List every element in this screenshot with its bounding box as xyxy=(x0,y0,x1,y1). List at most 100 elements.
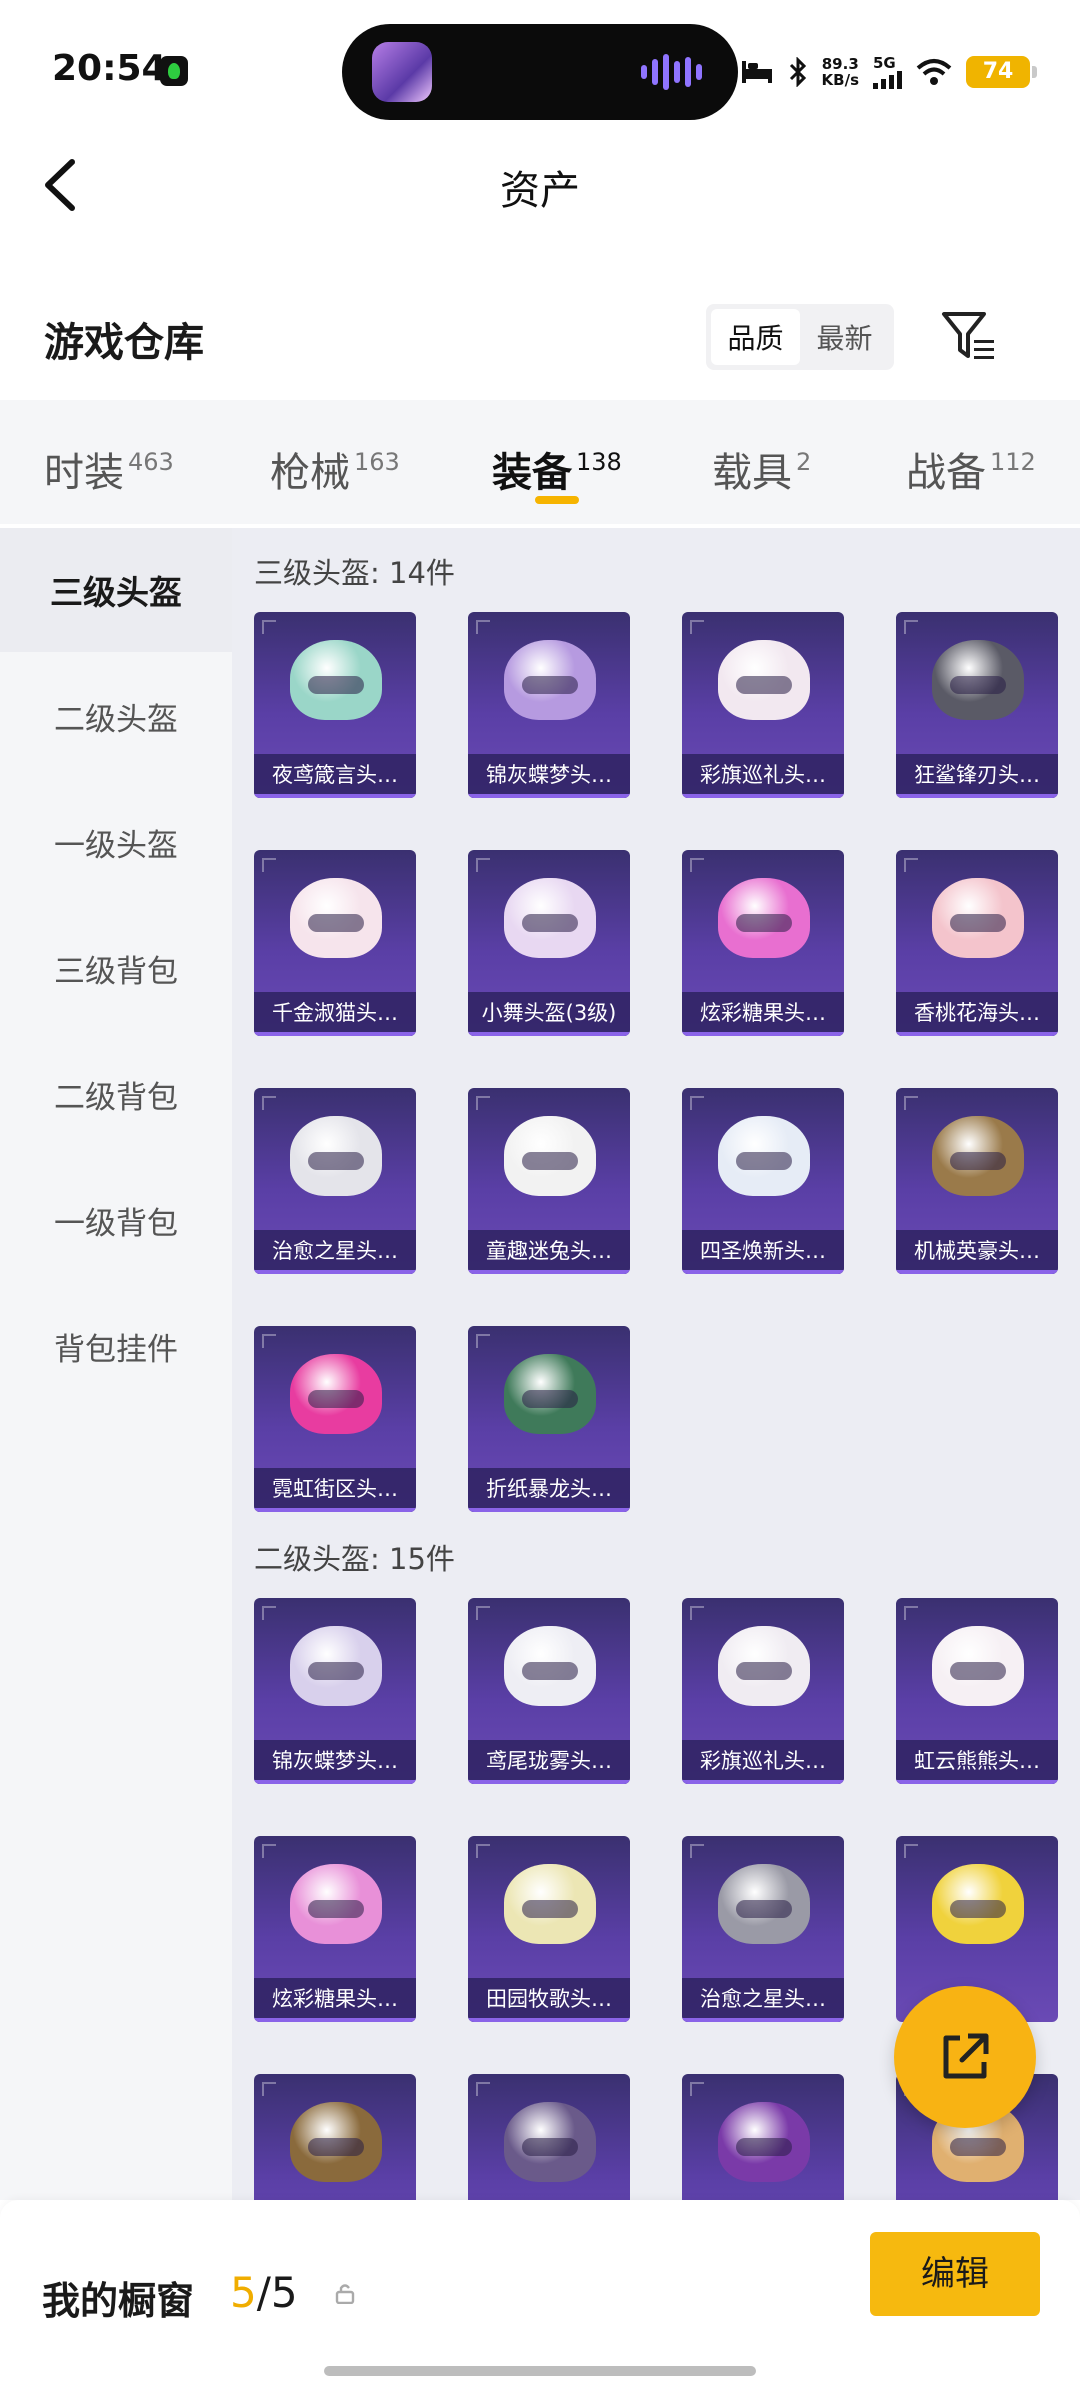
item-card[interactable]: 千金淑猫头… xyxy=(254,850,416,1036)
sidebar-item-backpack-2[interactable]: 二级背包 xyxy=(0,1032,232,1156)
item-card[interactable]: 彩旗巡礼头… xyxy=(682,612,844,798)
item-card[interactable]: 小舞头盔(3级) xyxy=(468,850,630,1036)
dynamic-island[interactable] xyxy=(342,24,738,120)
item-name: 小舞头盔(3级) xyxy=(468,992,630,1036)
item-card[interactable]: 折纸暴龙头… xyxy=(468,1326,630,1512)
sidebar-item-helmet-2[interactable]: 二级头盔 xyxy=(0,654,232,778)
filter-icon xyxy=(942,312,994,359)
status-time: 20:54 xyxy=(52,48,167,89)
tab-vehicles[interactable]: 载具 2 xyxy=(712,440,811,498)
item-name: 锦灰蝶梦头… xyxy=(254,1740,416,1784)
status-icons: 89.3 KB/s 5G 74 xyxy=(740,52,1037,92)
helmet-thumbnail xyxy=(718,1864,810,1944)
item-card[interactable]: 彩旗巡礼头… xyxy=(682,1598,844,1784)
item-card[interactable]: 锦灰蝶梦头… xyxy=(468,612,630,798)
tab-guns[interactable]: 枪械 163 xyxy=(270,440,400,498)
lock-icon xyxy=(335,2284,355,2304)
helmet-thumbnail xyxy=(504,878,596,958)
item-card[interactable] xyxy=(682,2074,844,2200)
item-name: 四圣焕新头… xyxy=(682,1230,844,1274)
status-bar: 20:54 89.3 KB/s 5G 74 xyxy=(0,0,1080,130)
item-name: 治愈之星头… xyxy=(254,1230,416,1274)
item-card[interactable]: 狂鲨锋刃头… xyxy=(896,612,1058,798)
item-card[interactable]: 香桃花海头… xyxy=(896,850,1058,1036)
cell-signal: 5G xyxy=(873,53,902,89)
item-card[interactable] xyxy=(468,2074,630,2200)
item-card[interactable]: 炫彩糖果头… xyxy=(682,850,844,1036)
helmet-thumbnail xyxy=(290,1354,382,1434)
item-name: 夜鸢箴言头… xyxy=(254,754,416,798)
item-card[interactable]: 治愈之星头… xyxy=(682,1836,844,2022)
category-tabs: 时装 463 枪械 163 装备 138 载具 2 战备 112 xyxy=(0,400,1080,524)
item-name: 鸢尾珑雾头… xyxy=(468,1740,630,1784)
group-title-helmet-2: 二级头盔: 15件 xyxy=(254,1542,455,1576)
item-name: 炫彩糖果头… xyxy=(682,992,844,1036)
sort-newest-button[interactable]: 最新 xyxy=(800,309,889,365)
tab-supplies[interactable]: 战备 112 xyxy=(906,440,1036,498)
item-card[interactable]: 霓虹街区头… xyxy=(254,1326,416,1512)
item-card[interactable]: 治愈之星头… xyxy=(254,1088,416,1274)
home-indicator[interactable] xyxy=(324,2366,756,2376)
helmet-thumbnail xyxy=(290,640,382,720)
item-card[interactable]: 鸢尾珑雾头… xyxy=(468,1598,630,1784)
filter-button[interactable] xyxy=(940,308,1000,364)
active-tab-indicator xyxy=(535,496,579,504)
tab-equipment[interactable]: 装备 138 xyxy=(492,440,622,498)
helmet-thumbnail xyxy=(932,1864,1024,1944)
bluetooth-icon xyxy=(789,57,806,87)
helmet-thumbnail xyxy=(290,1626,382,1706)
signal-icon xyxy=(873,70,902,89)
helmet-thumbnail xyxy=(290,2102,382,2182)
sidebar-item-backpack-1[interactable]: 一级背包 xyxy=(0,1158,232,1282)
item-name: 狂鲨锋刃头… xyxy=(896,754,1058,798)
network-speed: 89.3 KB/s xyxy=(821,55,859,89)
item-name: 彩旗巡礼头… xyxy=(682,1740,844,1784)
share-button[interactable] xyxy=(894,1986,1036,2128)
item-card[interactable]: 炫彩糖果头… xyxy=(254,1836,416,2022)
helmet-thumbnail xyxy=(290,1864,382,1944)
helmet-thumbnail xyxy=(504,640,596,720)
sidebar-item-backpack-3[interactable]: 三级背包 xyxy=(0,906,232,1030)
share-icon xyxy=(943,2033,989,2079)
sidebar-item-backpack-charm[interactable]: 背包挂件 xyxy=(0,1284,232,1408)
item-name: 治愈之星头… xyxy=(682,1978,844,2022)
item-name: 千金淑猫头… xyxy=(254,992,416,1036)
network-type: 5G xyxy=(873,53,896,72)
helmet-thumbnail xyxy=(718,1626,810,1706)
item-name: 折纸暴龙头… xyxy=(468,1468,630,1512)
helmet-thumbnail xyxy=(290,1116,382,1196)
item-card[interactable]: 田园牧歌头… xyxy=(468,1836,630,2022)
item-name: 炫彩糖果头… xyxy=(254,1978,416,2022)
item-name: 香桃花海头… xyxy=(896,992,1058,1036)
item-card[interactable]: 童趣迷兔头… xyxy=(468,1088,630,1274)
item-card[interactable] xyxy=(254,2074,416,2200)
sidebar: 三级头盔 二级头盔 一级头盔 三级背包 二级背包 一级背包 背包挂件 xyxy=(0,528,232,2200)
sort-toggle: 品质 最新 xyxy=(706,304,894,370)
item-card[interactable]: 锦灰蝶梦头… xyxy=(254,1598,416,1784)
sidebar-item-helmet-1[interactable]: 一级头盔 xyxy=(0,780,232,904)
helmet-thumbnail xyxy=(504,1116,596,1196)
edit-button[interactable]: 编辑 xyxy=(870,2232,1040,2316)
wifi-icon xyxy=(916,59,952,85)
helmet-thumbnail xyxy=(932,640,1024,720)
group-title-helmet-3: 三级头盔: 14件 xyxy=(254,556,455,590)
warehouse-title: 游戏仓库 xyxy=(44,320,204,366)
item-name: 童趣迷兔头… xyxy=(468,1230,630,1274)
now-playing-avatar xyxy=(372,42,432,102)
helmet-thumbnail xyxy=(932,1626,1024,1706)
item-name: 田园牧歌头… xyxy=(468,1978,630,2022)
sort-quality-button[interactable]: 品质 xyxy=(711,309,800,365)
helmet-thumbnail xyxy=(718,640,810,720)
page-title: 资产 xyxy=(500,168,580,214)
item-card[interactable]: 夜鸢箴言头… xyxy=(254,612,416,798)
item-card[interactable]: 虹云熊熊头… xyxy=(896,1598,1058,1784)
item-card[interactable]: 四圣焕新头… xyxy=(682,1088,844,1274)
showcase-label: 我的橱窗 xyxy=(42,2279,195,2323)
battery-indicator: 74 xyxy=(966,56,1037,88)
item-card[interactable]: 机械英豪头… xyxy=(896,1088,1058,1274)
showcase-bar: 我的橱窗 5/5 编辑 xyxy=(0,2200,1080,2400)
audio-wave-icon xyxy=(641,54,702,90)
sidebar-item-helmet-3[interactable]: 三级头盔 xyxy=(0,528,232,652)
tab-fashion[interactable]: 时装 463 xyxy=(44,440,174,498)
helmet-thumbnail xyxy=(504,1354,596,1434)
